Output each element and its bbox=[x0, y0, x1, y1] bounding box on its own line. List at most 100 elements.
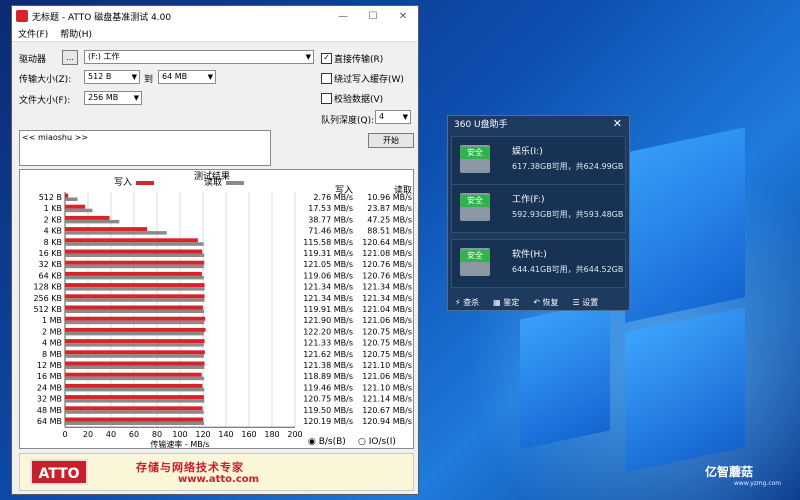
direct-io-label: 直接传输(R) bbox=[334, 55, 384, 65]
drive-label: 驱动器 bbox=[19, 55, 47, 65]
atto-window: 无标题 - ATTO 磁盘基准测试 4.00 — ☐ ✕ 文件(F) 帮助(H)… bbox=[11, 5, 419, 495]
safe-badge: 安全 bbox=[460, 250, 490, 262]
chevron-down-icon: ▼ bbox=[133, 94, 139, 102]
usb-drive-icon: 安全 bbox=[460, 248, 490, 276]
helper-title: 360 U盘助手 bbox=[454, 120, 508, 130]
watermark-url: www.yzmg.com bbox=[734, 480, 782, 487]
drive-name: 软件(H:) bbox=[512, 250, 547, 260]
bs-radio[interactable]: ◉ B/s(B) bbox=[308, 437, 346, 447]
category-label: 8 KB bbox=[44, 238, 62, 247]
read-bar bbox=[65, 298, 205, 302]
transfer-to-value: 64 MB bbox=[162, 72, 188, 81]
verify-label: 校验数据(V) bbox=[334, 95, 384, 105]
read-bar bbox=[65, 275, 204, 280]
write-bar bbox=[65, 339, 205, 344]
drive-card[interactable]: 安全 工作(F:) 592.93GB可用，共593.48GB bbox=[451, 184, 626, 233]
verify-checkbox[interactable] bbox=[321, 93, 332, 104]
drive-card[interactable]: 安全 软件(H:) 644.41GB可用，共644.52GB bbox=[451, 239, 626, 288]
helper-close-icon[interactable]: ✕ bbox=[613, 117, 622, 130]
read-bar bbox=[65, 376, 205, 381]
write-bar bbox=[65, 372, 202, 377]
queue-depth-value: 4 bbox=[379, 112, 385, 121]
scan-button[interactable]: ⚡ 查杀 bbox=[448, 297, 486, 308]
category-label: 1 MB bbox=[42, 316, 62, 325]
category-label: 128 KB bbox=[33, 283, 62, 292]
write-bar bbox=[65, 316, 206, 321]
write-value-label: 119.91 MB/s bbox=[303, 305, 353, 314]
restore-button[interactable]: ↶ 恢复 bbox=[526, 297, 565, 308]
banner-url[interactable]: www.atto.com bbox=[178, 474, 259, 485]
read-value-label: 120.76 MB/s bbox=[362, 260, 412, 269]
write-bar bbox=[65, 193, 69, 198]
write-value-label: 120.19 MB/s bbox=[303, 417, 353, 426]
read-bar bbox=[65, 365, 205, 369]
write-bar bbox=[65, 238, 198, 243]
read-value-label: 120.76 MB/s bbox=[362, 271, 412, 280]
write-value-label: 2.76 MB/s bbox=[313, 193, 353, 202]
read-bar bbox=[65, 242, 204, 246]
minimize-button[interactable]: — bbox=[328, 11, 358, 22]
read-value-label: 120.64 MB/s bbox=[362, 238, 412, 247]
usb-helper-panel: 360 U盘助手 ✕ 安全 娱乐(I:) 617.38GB可用，共624.99G… bbox=[447, 115, 630, 311]
transfer-to-select[interactable]: 64 MB ▼ bbox=[158, 70, 216, 84]
drive-name: 娱乐(I:) bbox=[512, 147, 543, 157]
ios-radio[interactable]: ○ IO/s(I) bbox=[358, 437, 396, 447]
category-label: 512 B bbox=[39, 193, 62, 202]
category-label: 24 MB bbox=[37, 383, 62, 392]
write-value-label: 38.77 MB/s bbox=[308, 215, 353, 224]
transfer-size-label: 传输大小(Z): bbox=[19, 75, 72, 85]
notes-textarea[interactable]: << miaoshu >> bbox=[19, 130, 271, 166]
settings-button[interactable]: ☰ 设置 bbox=[566, 297, 606, 308]
ios-radio-label: IO/s(I) bbox=[368, 437, 396, 447]
x-tick-label: 20 bbox=[83, 430, 93, 439]
file-size-select[interactable]: 256 MB ▼ bbox=[84, 91, 142, 105]
read-value-label: 120.67 MB/s bbox=[362, 406, 412, 415]
read-value-label: 121.04 MB/s bbox=[362, 305, 412, 314]
category-label: 256 KB bbox=[33, 294, 62, 303]
write-bar bbox=[65, 215, 110, 220]
category-label: 32 MB bbox=[37, 395, 62, 404]
start-button[interactable]: 开始 bbox=[368, 133, 414, 148]
write-bar bbox=[65, 361, 205, 366]
write-bar bbox=[65, 294, 205, 299]
close-button[interactable]: ✕ bbox=[388, 11, 418, 22]
file-size-value: 256 MB bbox=[88, 93, 119, 102]
write-value-label: 121.62 MB/s bbox=[303, 350, 353, 359]
browse-button[interactable]: ... bbox=[62, 50, 78, 65]
atto-logo: ATTO bbox=[30, 459, 88, 485]
category-label: 2 KB bbox=[44, 215, 62, 224]
transfer-from-value: 512 B bbox=[88, 72, 112, 81]
write-value-label: 119.50 MB/s bbox=[303, 406, 353, 415]
safe-badge: 安全 bbox=[460, 147, 490, 159]
read-bar bbox=[65, 343, 204, 347]
write-value-label: 71.46 MB/s bbox=[308, 227, 353, 236]
transfer-from-select[interactable]: 512 B ▼ bbox=[84, 70, 140, 84]
write-bar bbox=[65, 271, 202, 276]
write-value-label: 118.89 MB/s bbox=[303, 372, 353, 381]
write-value-label: 121.90 MB/s bbox=[303, 316, 353, 325]
drive-card[interactable]: 安全 娱乐(I:) 617.38GB可用，共624.99GB bbox=[451, 136, 626, 185]
atto-banner: ATTO 存储与网络技术专家 www.atto.com bbox=[19, 453, 414, 491]
maximize-button[interactable]: ☐ bbox=[358, 11, 388, 22]
write-bar bbox=[65, 227, 148, 232]
bypass-cache-label: 绕过写入缓存(W) bbox=[334, 75, 404, 85]
read-value-label: 121.08 MB/s bbox=[362, 249, 412, 258]
read-value-label: 121.10 MB/s bbox=[362, 361, 412, 370]
menu-help[interactable]: 帮助(H) bbox=[54, 27, 98, 40]
queue-depth-select[interactable]: 4 ▼ bbox=[375, 110, 411, 124]
read-bar bbox=[65, 197, 78, 201]
read-value-label: 120.75 MB/s bbox=[362, 327, 412, 336]
read-bar bbox=[65, 387, 205, 392]
read-bar bbox=[65, 410, 204, 414]
legend-write-swatch bbox=[136, 181, 154, 185]
drive-select[interactable]: (F:) 工作 ▼ bbox=[84, 50, 314, 64]
write-bar bbox=[65, 204, 86, 209]
write-value-label: 120.75 MB/s bbox=[303, 395, 353, 404]
category-label: 1 KB bbox=[44, 204, 62, 213]
bypass-cache-checkbox[interactable] bbox=[321, 73, 332, 84]
x-tick-label: 200 bbox=[287, 430, 302, 439]
read-value-label: 23.87 MB/s bbox=[367, 204, 412, 213]
menu-file[interactable]: 文件(F) bbox=[12, 27, 54, 40]
direct-io-checkbox[interactable]: ✓ bbox=[321, 53, 332, 64]
identify-button[interactable]: ▦ 鉴定 bbox=[486, 297, 526, 308]
